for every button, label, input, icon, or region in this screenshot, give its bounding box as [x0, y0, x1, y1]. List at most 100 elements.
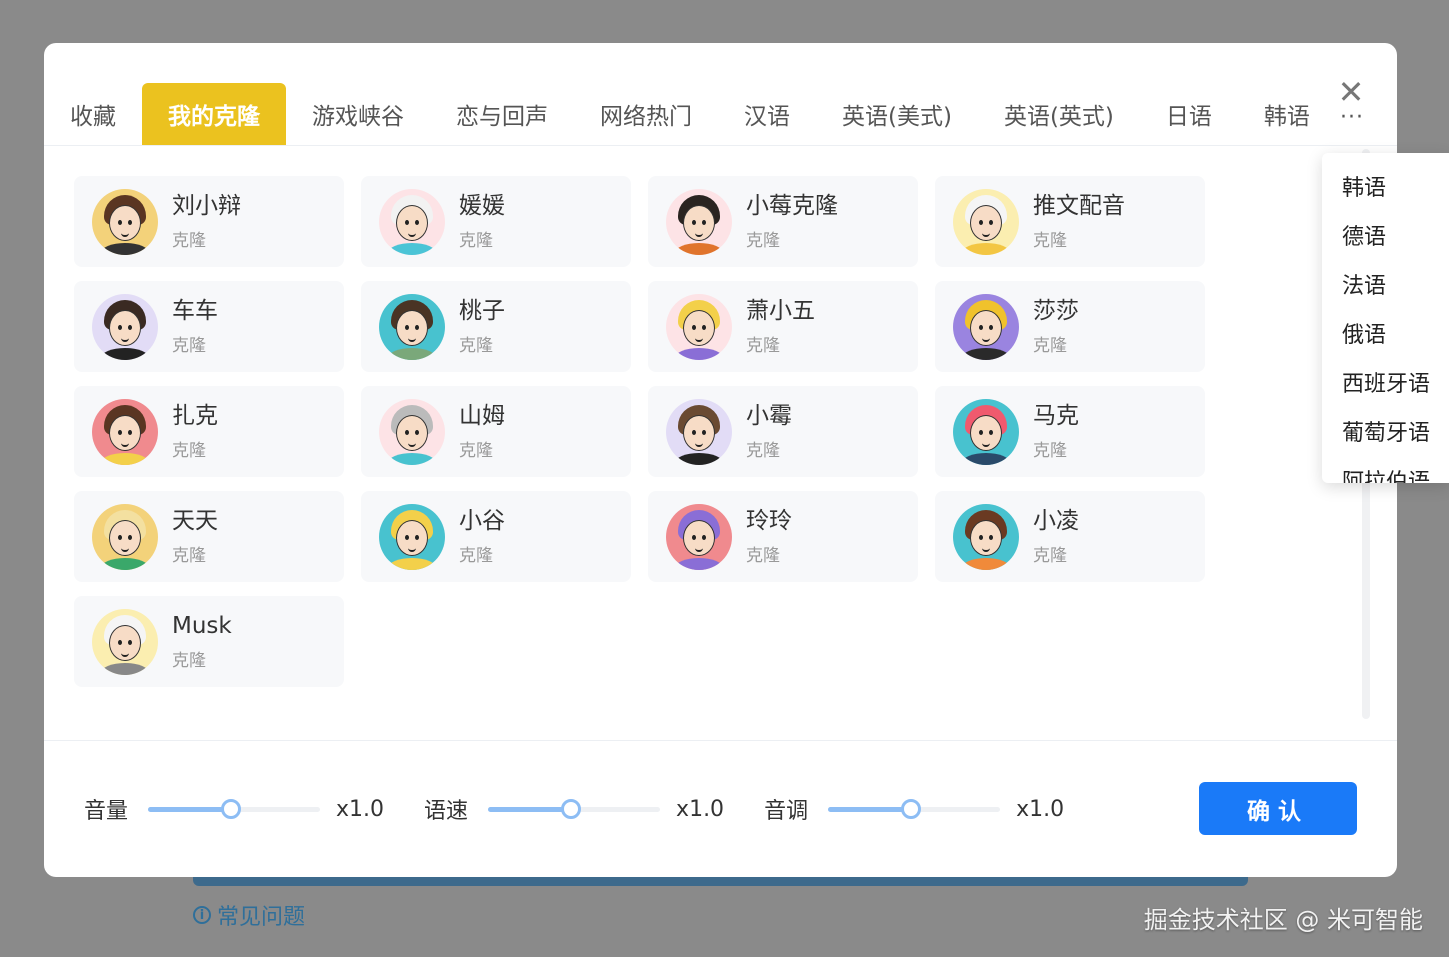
avatar-mouth — [695, 546, 703, 552]
avatar-body — [388, 242, 436, 255]
voice-name: 小莓克隆 — [746, 192, 838, 219]
confirm-button[interactable]: 确认 — [1199, 782, 1357, 835]
voice-card[interactable]: 萧小五 克隆 — [648, 281, 918, 372]
voice-card-text: Musk 克隆 — [172, 612, 232, 672]
control-label: 音调 — [764, 799, 809, 824]
dropdown-item[interactable]: 俄语 — [1322, 308, 1449, 357]
avatar-mouth — [121, 546, 129, 552]
voice-card[interactable]: Musk 克隆 — [74, 596, 344, 687]
voice-name: 媛媛 — [459, 192, 505, 219]
avatar-body — [101, 242, 149, 255]
voice-tag: 克隆 — [1033, 545, 1067, 566]
control-value: x1.0 — [676, 796, 725, 822]
tab-9[interactable]: 韩语 — [1238, 83, 1322, 145]
control-0: 音量 x1.0 — [84, 793, 384, 825]
voice-card[interactable]: 车车 克隆 — [74, 281, 344, 372]
control-slider[interactable] — [148, 799, 321, 819]
avatar-body — [101, 347, 149, 360]
control-slider[interactable] — [488, 799, 661, 819]
dropdown-item[interactable]: 法语 — [1322, 259, 1449, 308]
tab-3[interactable]: 恋与回声 — [430, 83, 574, 145]
avatar-mouth — [695, 231, 703, 237]
slider-thumb[interactable] — [900, 799, 921, 819]
audio-controls: 音量 x1.0 语速 x1.0 音调 x1.0 — [84, 791, 1104, 827]
avatar — [953, 188, 1019, 255]
tab-5[interactable]: 汉语 — [718, 83, 816, 145]
faq-label: 常见问题 — [217, 905, 306, 930]
voice-tag: 克隆 — [172, 545, 206, 566]
avatar-eye — [118, 534, 122, 540]
avatar — [953, 503, 1019, 570]
avatar-eye — [702, 534, 706, 540]
avatar-eye — [128, 429, 132, 435]
voice-card-text: 扎克 克隆 — [172, 402, 218, 462]
control-slider[interactable] — [828, 799, 1001, 819]
voice-name: 天天 — [172, 507, 218, 534]
voice-card[interactable]: 山姆 克隆 — [361, 386, 631, 477]
voice-card[interactable]: 刘小辩 克隆 — [74, 176, 344, 267]
avatar — [666, 398, 732, 465]
avatar-eye — [989, 429, 993, 435]
voice-card[interactable]: 莎莎 克隆 — [935, 281, 1205, 372]
voice-card-text: 小凌 克隆 — [1033, 507, 1079, 567]
voice-card[interactable]: 扎克 克隆 — [74, 386, 344, 477]
avatar — [379, 398, 445, 465]
avatar — [666, 293, 732, 360]
control-2: 音调 x1.0 — [764, 793, 1064, 825]
voice-card-text: 小莓克隆 克隆 — [746, 192, 838, 252]
avatar-body — [675, 557, 723, 570]
dropdown-item[interactable]: 西班牙语 — [1322, 357, 1449, 406]
dropdown-item[interactable]: 韩语 — [1322, 161, 1449, 210]
dropdown-item[interactable]: 阿拉伯语 — [1322, 455, 1449, 484]
tab-8[interactable]: 日语 — [1140, 83, 1238, 145]
faq-link[interactable]: i 常见问题 — [193, 900, 305, 930]
avatar-eye — [979, 534, 983, 540]
avatar-mouth — [982, 546, 990, 552]
more-tabs-button[interactable]: ··· — [1340, 103, 1364, 131]
dropdown-item[interactable]: 葡萄牙语 — [1322, 406, 1449, 455]
slider-thumb[interactable] — [220, 799, 241, 819]
voice-card[interactable]: 玲玲 克隆 — [648, 491, 918, 582]
voice-card[interactable]: 小莓克隆 克隆 — [648, 176, 918, 267]
avatar-mouth — [982, 231, 990, 237]
voice-card-text: 小霉 克隆 — [746, 402, 792, 462]
voice-card[interactable]: 小霉 克隆 — [648, 386, 918, 477]
voice-card[interactable]: 小谷 克隆 — [361, 491, 631, 582]
voice-tag: 克隆 — [172, 440, 206, 461]
slider-thumb[interactable] — [560, 799, 581, 819]
tab-7[interactable]: 英语(英式) — [978, 83, 1140, 145]
voice-card[interactable]: 桃子 克隆 — [361, 281, 631, 372]
avatar-eye — [405, 324, 409, 330]
voice-tag: 克隆 — [459, 335, 493, 356]
dropdown-item[interactable]: 德语 — [1322, 210, 1449, 259]
tab-2[interactable]: 游戏峡谷 — [286, 83, 430, 145]
tabs-divider — [44, 145, 1397, 146]
voice-tag: 克隆 — [1033, 230, 1067, 251]
voice-card-text: 小谷 克隆 — [459, 507, 505, 567]
avatar-mouth — [408, 441, 416, 447]
voice-card[interactable]: 小凌 克隆 — [935, 491, 1205, 582]
slider-fill — [828, 807, 911, 812]
voice-card-text: 媛媛 克隆 — [459, 192, 505, 252]
tab-6[interactable]: 英语(美式) — [816, 83, 978, 145]
control-value: x1.0 — [336, 796, 385, 822]
tab-0[interactable]: 收藏 — [44, 83, 142, 145]
tab-1[interactable]: 我的克隆 — [142, 83, 286, 145]
voice-card-text: 山姆 克隆 — [459, 402, 505, 462]
voice-tag: 克隆 — [746, 545, 780, 566]
voice-card-text: 刘小辩 克隆 — [172, 192, 241, 252]
voice-card[interactable]: 媛媛 克隆 — [361, 176, 631, 267]
voice-card[interactable]: 马克 克隆 — [935, 386, 1205, 477]
avatar — [379, 293, 445, 360]
control-label: 音量 — [84, 799, 129, 824]
avatar-mouth — [695, 336, 703, 342]
avatar-body — [962, 242, 1010, 255]
voice-card[interactable]: 天天 克隆 — [74, 491, 344, 582]
watermark: 掘金技术社区 @ 米可智能 — [1143, 906, 1423, 934]
avatar-eye — [128, 324, 132, 330]
avatar-eye — [692, 219, 696, 225]
voice-card[interactable]: 推文配音 克隆 — [935, 176, 1205, 267]
avatar-body — [388, 347, 436, 360]
tab-4[interactable]: 网络热门 — [574, 83, 718, 145]
avatar-eye — [415, 534, 419, 540]
